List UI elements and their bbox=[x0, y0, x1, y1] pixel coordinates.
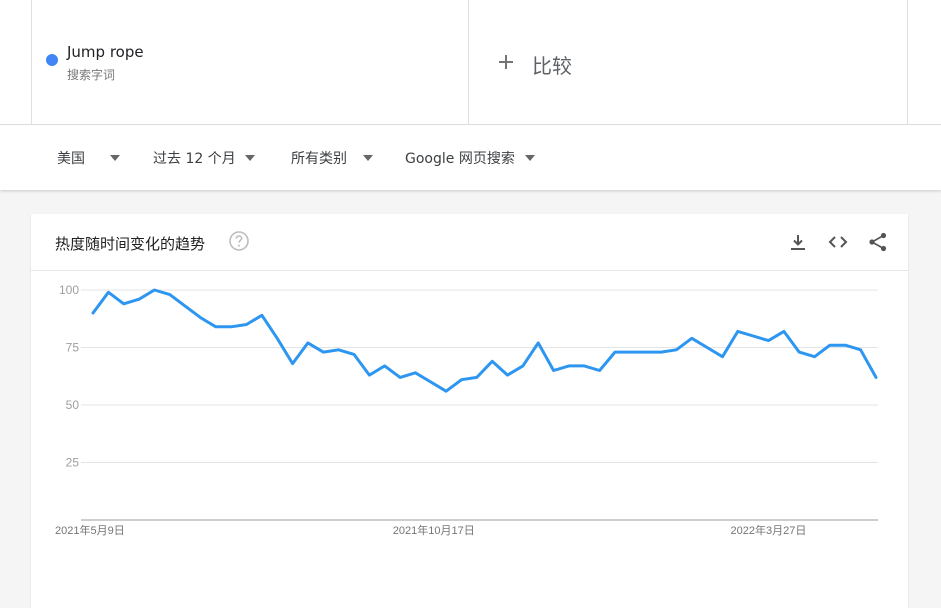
compare-label: 比较 bbox=[532, 54, 572, 78]
panel-title: 热度随时间变化的趋势 bbox=[55, 235, 206, 253]
x-tick-label: 2021年10月17日 bbox=[393, 523, 475, 537]
filter-category-label: 所有类别 bbox=[291, 151, 347, 167]
filter-time-range[interactable]: 过去 12 个月 bbox=[153, 148, 255, 168]
dropdown-arrow-icon bbox=[245, 155, 255, 161]
y-tick-label: 75 bbox=[66, 341, 80, 355]
term-cards: Jump rope 搜索字词 比较 bbox=[0, 0, 941, 125]
search-header: Jump rope 搜索字词 比较 美国 过去 12 个月 所有类别 Googl… bbox=[0, 0, 941, 190]
y-tick-label: 100 bbox=[59, 283, 79, 297]
dropdown-arrow-icon bbox=[110, 155, 120, 161]
term-type: 搜索字词 bbox=[67, 68, 116, 82]
term-name[interactable]: Jump rope bbox=[67, 43, 144, 61]
filter-category[interactable]: 所有类别 bbox=[291, 148, 373, 168]
filter-bar: 美国 过去 12 个月 所有类别 Google 网页搜索 bbox=[0, 126, 941, 189]
trend-chart: 25 50 75 100 2021年5月9日 2021年10月17日 2022年3月27日 bbox=[31, 272, 908, 602]
share-icon[interactable] bbox=[867, 231, 889, 253]
trend-chart-svg: 25 50 75 100 2021年5月9日 2021年10月17日 2022年3月27日 bbox=[55, 283, 878, 537]
plus-icon bbox=[496, 47, 516, 77]
interest-over-time-panel: 热度随时间变化的趋势 25 50 75 100 2021年5月9日 2021年1… bbox=[31, 214, 908, 608]
panel-header: 热度随时间变化的趋势 bbox=[31, 214, 908, 271]
filter-search-type[interactable]: Google 网页搜索 bbox=[405, 148, 535, 168]
y-tick-label: 25 bbox=[66, 456, 80, 470]
dropdown-arrow-icon bbox=[525, 155, 535, 161]
embed-code-icon[interactable] bbox=[827, 231, 849, 253]
filter-region-label: 美国 bbox=[57, 151, 85, 167]
filter-search-type-label: Google 网页搜索 bbox=[405, 151, 515, 167]
download-icon[interactable] bbox=[787, 231, 809, 253]
filter-time-range-label: 过去 12 个月 bbox=[153, 151, 236, 167]
series-line bbox=[91, 288, 878, 393]
dropdown-arrow-icon bbox=[363, 155, 373, 161]
compare-button[interactable]: 比较 bbox=[469, 0, 908, 125]
filter-region[interactable]: 美国 bbox=[57, 148, 120, 168]
y-tick-label: 50 bbox=[66, 398, 80, 412]
help-icon[interactable] bbox=[228, 230, 250, 252]
term-card[interactable]: Jump rope 搜索字词 bbox=[31, 0, 469, 125]
x-tick-label: 2022年3月27日 bbox=[731, 523, 807, 537]
x-tick-label: 2021年5月9日 bbox=[55, 523, 125, 537]
term-color-dot bbox=[46, 54, 58, 66]
